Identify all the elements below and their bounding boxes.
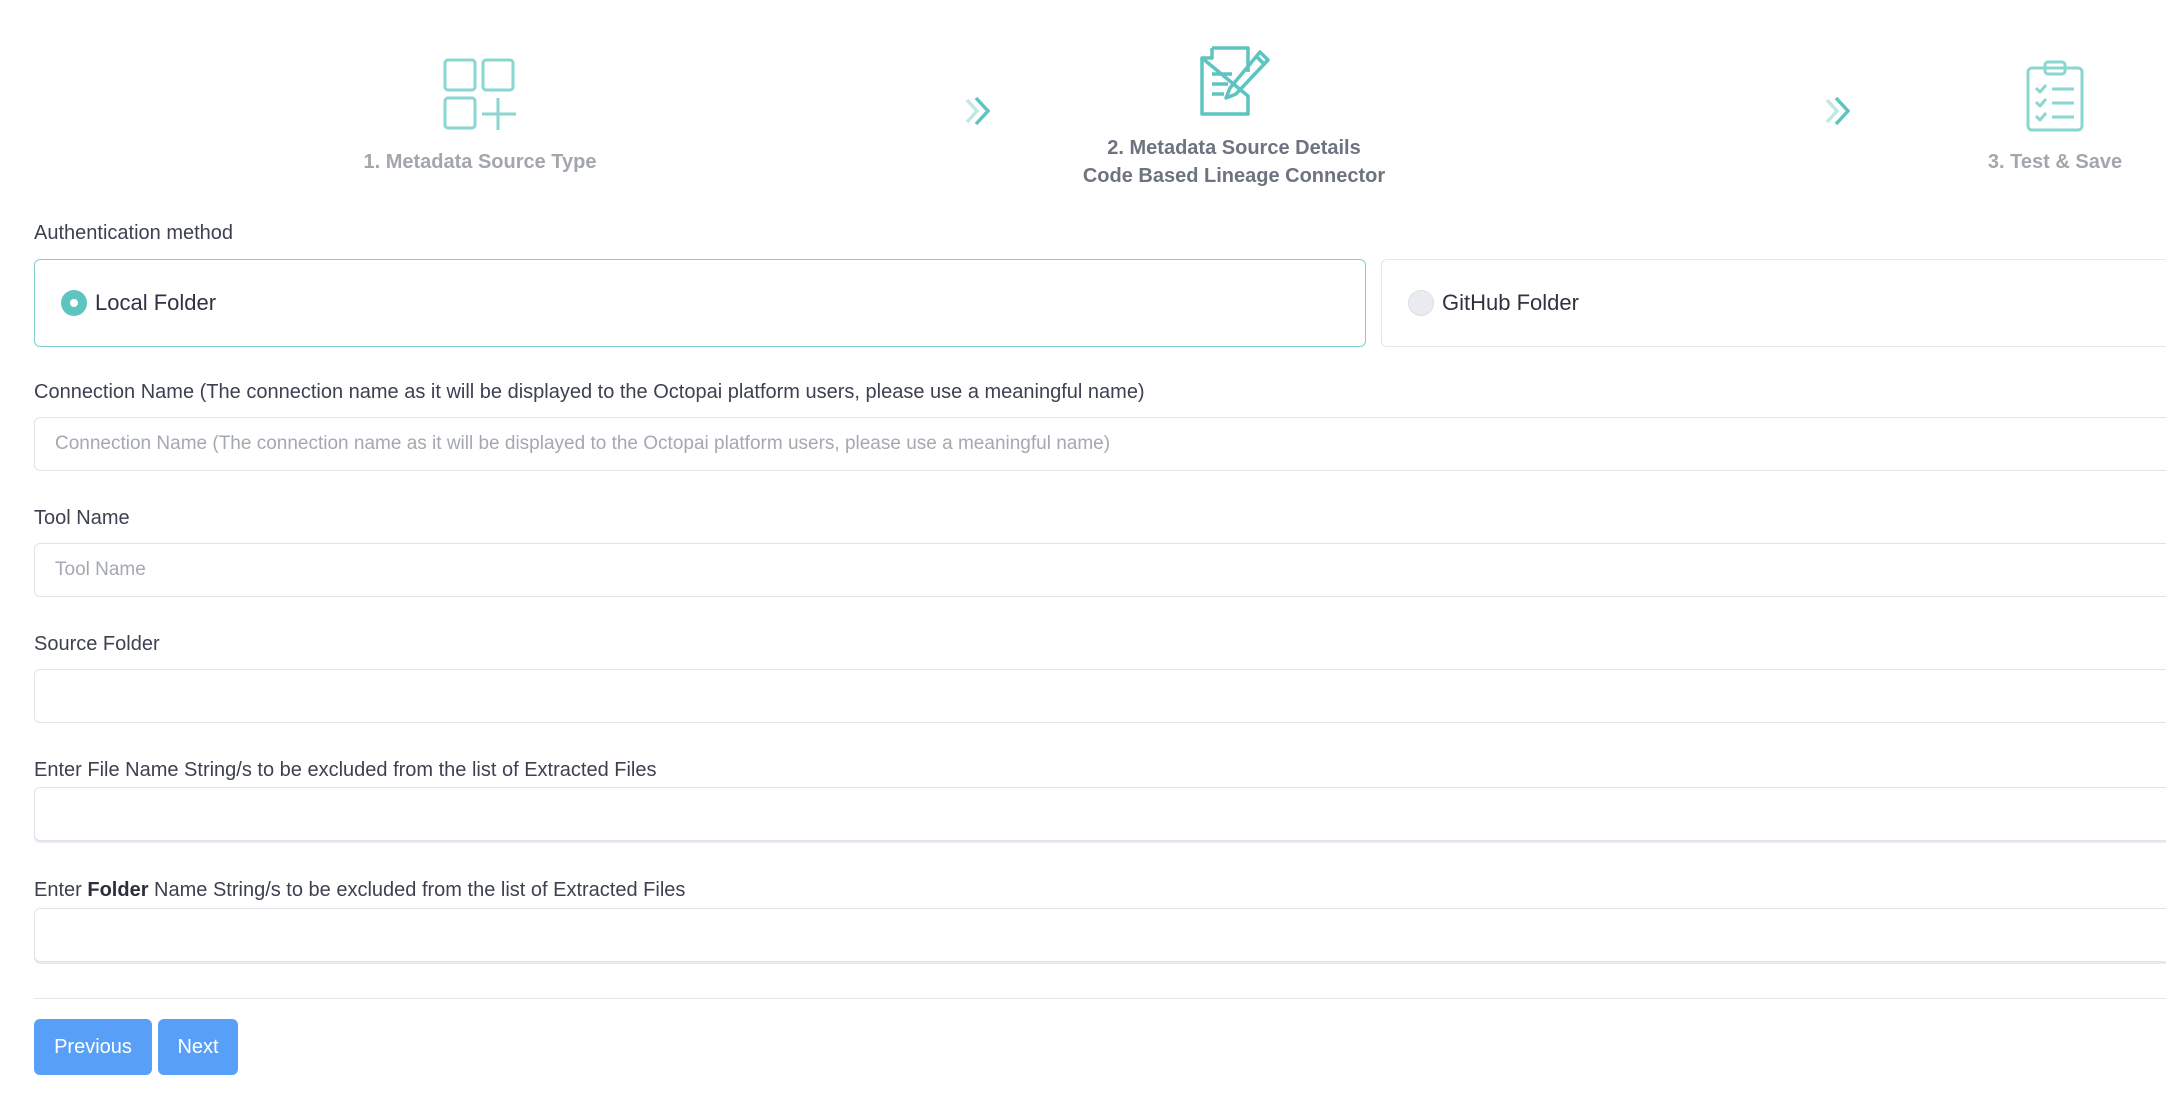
label-bold-folder: Folder bbox=[87, 879, 149, 901]
auth-option-label: GitHub Folder bbox=[1442, 290, 1579, 315]
next-button[interactable]: Next bbox=[158, 1019, 238, 1075]
auth-option-local-folder[interactable]: Local Folder bbox=[34, 259, 1366, 347]
previous-button[interactable]: Previous bbox=[34, 1019, 152, 1075]
clipboard-checklist-icon bbox=[2026, 60, 2084, 132]
form-divider bbox=[34, 998, 2166, 999]
label-prefix: Enter bbox=[34, 879, 88, 901]
document-pencil-icon bbox=[1200, 46, 1270, 116]
source-folder-input[interactable] bbox=[34, 669, 2166, 723]
source-folder-label: Source Folder bbox=[34, 633, 160, 655]
radio-unselected-icon[interactable] bbox=[1408, 290, 1434, 316]
step-test-save[interactable]: 3. Test & Save bbox=[1940, 58, 2166, 176]
step-label: 2. Metadata Source Details bbox=[1107, 137, 1361, 159]
exclude-files-input[interactable] bbox=[34, 787, 2166, 841]
double-chevron-right-icon bbox=[965, 96, 991, 126]
radio-selected-icon[interactable] bbox=[61, 290, 87, 316]
exclude-files-label: Enter File Name String/s to be excluded … bbox=[34, 759, 657, 781]
step-label: 1. Metadata Source Type bbox=[363, 151, 597, 173]
exclude-folders-input[interactable] bbox=[34, 908, 2166, 962]
step-label: 3. Test & Save bbox=[1987, 151, 2123, 173]
double-chevron-right-icon bbox=[1825, 96, 1851, 126]
auth-option-github-folder[interactable]: GitHub Folder bbox=[1381, 259, 2166, 347]
connection-name-input[interactable] bbox=[34, 417, 2166, 471]
label-suffix: Name String/s to be excluded from the li… bbox=[148, 879, 686, 901]
grid-plus-icon bbox=[443, 58, 516, 130]
exclude-folders-label: Enter Folder Name String/s to be exclude… bbox=[34, 879, 685, 902]
step-metadata-source-type[interactable]: 1. Metadata Source Type bbox=[330, 58, 630, 176]
connection-name-label: Connection Name (The connection name as … bbox=[34, 381, 1145, 403]
auth-method-label: Authentication method bbox=[34, 222, 234, 244]
tool-name-label: Tool Name bbox=[34, 507, 130, 529]
step-metadata-source-details[interactable]: 2. Metadata Source Details Code Based Li… bbox=[1034, 44, 1434, 190]
tool-name-input[interactable] bbox=[34, 543, 2166, 597]
auth-option-label: Local Folder bbox=[95, 290, 217, 315]
step-sublabel: Code Based Lineage Connector bbox=[1082, 165, 1386, 187]
wizard-stepper: 1. Metadata Source Type 2. Metadata Sour… bbox=[0, 0, 2166, 200]
